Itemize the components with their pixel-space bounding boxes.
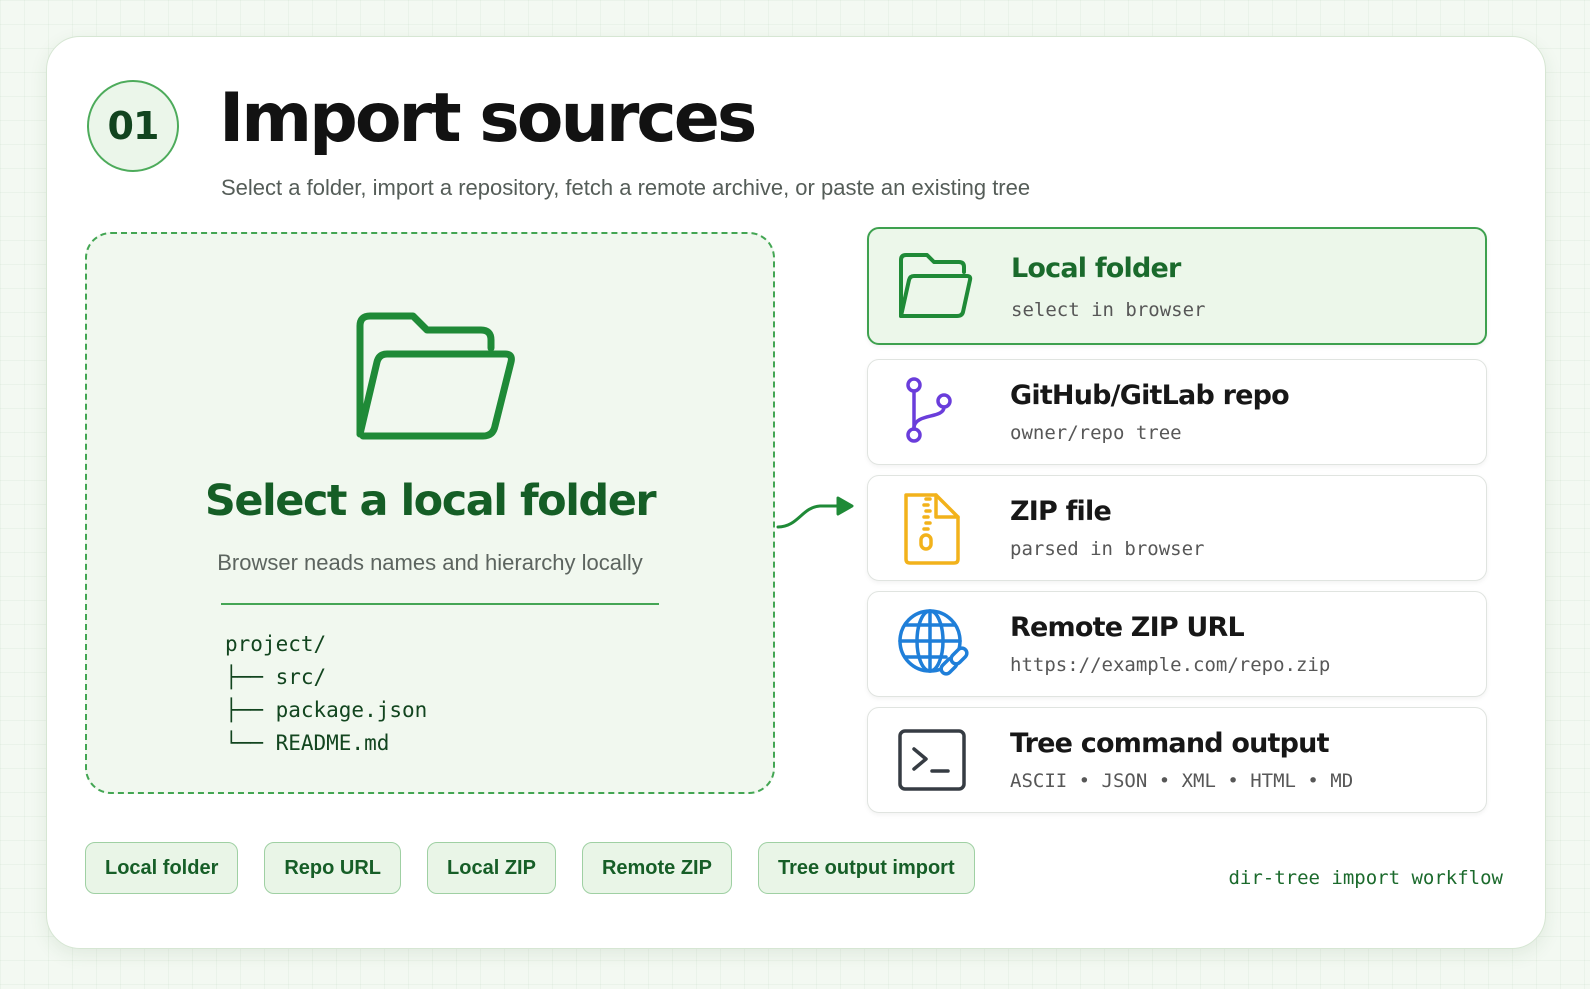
git-branch-icon bbox=[906, 377, 952, 443]
source-option-remote-zip[interactable]: Remote ZIP URL https://example.com/repo.… bbox=[867, 591, 1487, 697]
source-title: Tree command output bbox=[1010, 728, 1330, 759]
page-subtitle: Select a folder, import a repository, fe… bbox=[221, 175, 1031, 200]
source-subtitle: ASCII • JSON • XML • HTML • MD bbox=[1010, 770, 1354, 792]
source-title: GitHub/GitLab repo bbox=[1010, 380, 1290, 411]
dropzone-subtitle: Browser neads names and hierarchy locall… bbox=[217, 550, 643, 575]
source-chip-row: Local folder Repo URL Local ZIP Remote Z… bbox=[85, 842, 975, 894]
source-option-git-repo[interactable]: GitHub/GitLab repo owner/repo tree bbox=[867, 359, 1487, 465]
tree-line: ├── package.json bbox=[225, 698, 428, 722]
zip-file-icon bbox=[904, 493, 960, 565]
terminal-icon bbox=[898, 729, 966, 791]
page-title: Import sources bbox=[219, 79, 757, 158]
source-title: ZIP file bbox=[1010, 496, 1112, 527]
source-subtitle: select in browser bbox=[1011, 299, 1206, 321]
folder-icon bbox=[899, 253, 973, 318]
dropzone-divider bbox=[221, 603, 659, 605]
source-title: Remote ZIP URL bbox=[1010, 612, 1245, 643]
source-subtitle: owner/repo tree bbox=[1010, 422, 1182, 444]
source-list: Local folder select in browser GitHub/Gi… bbox=[867, 227, 1487, 823]
dropzone-title: Select a local folder bbox=[204, 476, 657, 526]
folder-dropzone[interactable]: Select a local folder Browser neads name… bbox=[85, 232, 775, 794]
globe-link-icon bbox=[898, 609, 969, 676]
source-option-local-folder[interactable]: Local folder select in browser bbox=[867, 227, 1487, 345]
chip-repo-url[interactable]: Repo URL bbox=[264, 842, 402, 894]
arrow-right-icon bbox=[776, 496, 854, 529]
tree-line: project/ bbox=[225, 632, 327, 656]
tree-preview: project/ ├── src/ ├── package.json └── R… bbox=[225, 628, 427, 760]
source-title: Local folder bbox=[1011, 253, 1181, 284]
step-number-badge: 01 bbox=[87, 80, 179, 172]
source-subtitle: https://example.com/repo.zip bbox=[1010, 654, 1331, 676]
chip-local-folder[interactable]: Local folder bbox=[85, 842, 239, 894]
source-option-zip-file[interactable]: ZIP file parsed in browser bbox=[867, 475, 1487, 581]
folder-open-icon bbox=[356, 312, 515, 440]
source-option-tree-output[interactable]: Tree command output ASCII • JSON • XML •… bbox=[867, 707, 1487, 813]
import-sources-card: 01 Import sources Select a folder, impor… bbox=[46, 36, 1546, 949]
tree-line: └── README.md bbox=[225, 731, 390, 755]
chip-local-zip[interactable]: Local ZIP bbox=[427, 842, 556, 894]
chip-tree-output-import[interactable]: Tree output import bbox=[757, 842, 975, 894]
footer-label: dir-tree import workflow bbox=[1228, 867, 1503, 889]
source-subtitle: parsed in browser bbox=[1010, 538, 1205, 560]
tree-line: ├── src/ bbox=[225, 665, 327, 689]
chip-remote-zip[interactable]: Remote ZIP bbox=[581, 842, 732, 894]
